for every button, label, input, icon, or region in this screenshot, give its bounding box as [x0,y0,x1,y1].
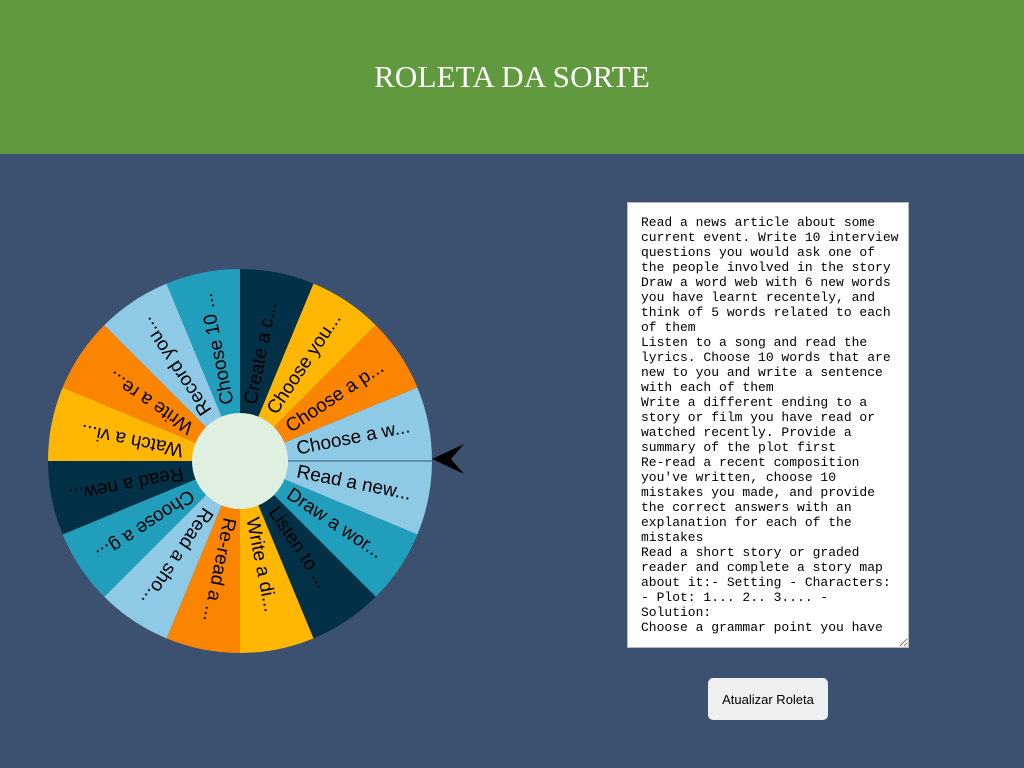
page-title: ROLETA DA SORTE [374,59,650,94]
prize-wheel[interactable]: Create a c... Choose you... Choose a p... C… [48,269,432,653]
tasks-textarea[interactable] [627,202,909,648]
update-wheel-button[interactable]: Atualizar Roleta [708,678,828,720]
header-bar: ROLETA DA SORTE [0,0,1024,154]
arrow-pointer-icon [432,444,464,474]
wheel-center-hub[interactable] [192,413,288,509]
wheel-graphic[interactable]: Create a c...Choose you...Choose a p...C… [48,269,432,653]
